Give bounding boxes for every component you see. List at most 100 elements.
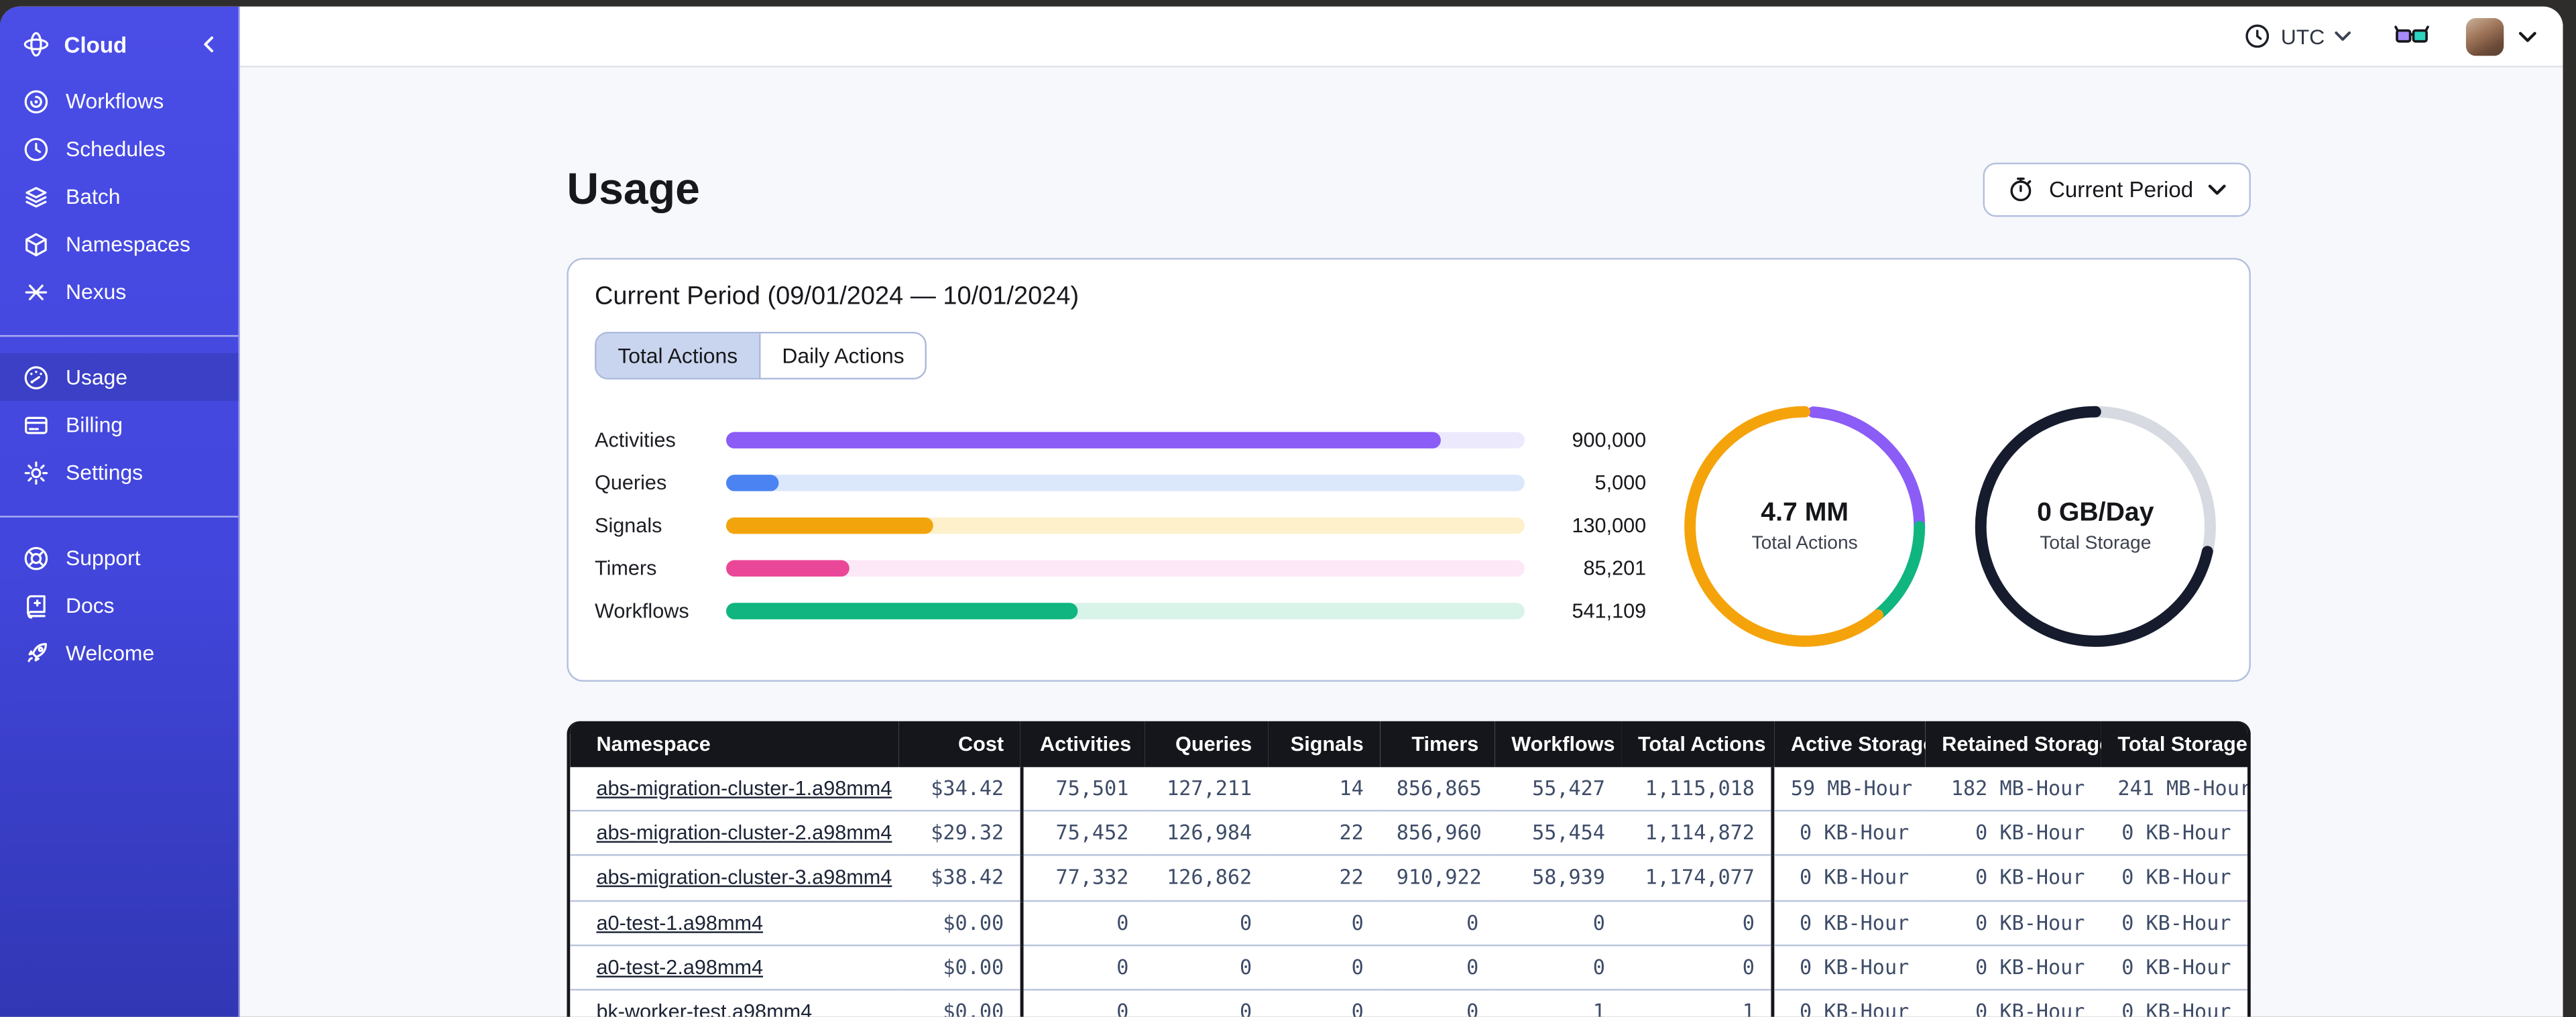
cell-total_storage: 0 KB-Hour [2101, 988, 2248, 1017]
cell-active_storage: 0 KB-Hour [1772, 944, 1926, 990]
cell-active_storage: 0 KB-Hour [1772, 855, 1926, 900]
cell-workflows: 0 [1495, 944, 1622, 990]
column-header-activities: Activities [1022, 721, 1145, 768]
sidebar-item-workflows[interactable]: Workflows [0, 77, 238, 125]
bar-label: Queries [595, 471, 667, 495]
account-menu-button[interactable] [2518, 30, 2536, 42]
cell-total_actions: 0 [1621, 944, 1775, 990]
bar-row: Signals 130,000 [595, 504, 1646, 547]
cell-queries: 0 [1145, 899, 1269, 945]
tab-daily-actions[interactable]: Daily Actions [759, 333, 926, 378]
sidebar-item-settings[interactable]: Settings [0, 448, 238, 496]
bar-value: 900,000 [1572, 428, 1647, 452]
cell-signals: 22 [1268, 810, 1381, 856]
sidebar-item-usage[interactable]: Usage [0, 353, 239, 401]
sidebar-item-label: Support [66, 545, 141, 571]
cell-retained_storage: 0 KB-Hour [1925, 810, 2101, 856]
sidebar-item-support[interactable]: Support [0, 534, 238, 581]
welcome-rocket-icon [27, 642, 47, 662]
namespace-link[interactable]: a0-test-1.a98mm4 [596, 911, 763, 934]
card-title: Current Period (09/01/2024 — 10/01/2024) [595, 282, 1079, 311]
sidebar-brand: Cloud [0, 26, 238, 77]
usage-page: Usage Current Period Current Period (09/… [239, 67, 2563, 1017]
cell-total_actions: 1,174,077 [1621, 855, 1775, 900]
bar-value: 541,109 [1572, 599, 1647, 623]
nexus-icon [25, 284, 48, 300]
cell-total_storage: 0 KB-Hour [2101, 899, 2248, 945]
cell-workflows: 58,939 [1495, 855, 1622, 900]
sidebar: Cloud Workflows Schedules Batch Namespac… [0, 6, 240, 1017]
sidebar-item-label: Settings [66, 460, 143, 485]
bar-track [726, 603, 1525, 619]
docs-book-icon [27, 594, 46, 618]
cell-total_storage: 0 KB-Hour [2101, 855, 2248, 900]
cell-total_storage: 241 MB-Hour [2101, 767, 2248, 811]
namespace-link[interactable]: a0-test-2.a98mm4 [596, 956, 763, 979]
cell-retained_storage: 0 KB-Hour [1925, 944, 2101, 990]
table-row: bk-worker-test.a98mm4 $0.00 0 0 0 0 1 1 0 KB-Hou… [570, 988, 2248, 1017]
sidebar-item-welcome[interactable]: Welcome [0, 629, 238, 676]
cell-workflows: 55,454 [1495, 810, 1622, 856]
sidebar-item-docs[interactable]: Docs [0, 581, 238, 629]
column-header-signals: Signals [1268, 721, 1381, 768]
cell-signals: 0 [1268, 899, 1381, 945]
sidebar-item-label: Billing [66, 412, 123, 437]
feedback-glasses-button[interactable] [2394, 25, 2430, 48]
cell-retained_storage: 182 MB-Hour [1925, 767, 2101, 811]
glasses-icon [2394, 25, 2429, 43]
namespace-link[interactable]: abs-migration-cluster-1.a98mm4 [596, 777, 892, 800]
bar-track [726, 517, 1525, 534]
bar-track [726, 475, 1525, 491]
bar-label: Workflows [595, 599, 689, 623]
donut-charts: 4.7 MM Total Actions 0 GB/Day Total Stor… [1646, 405, 2223, 646]
cell-active_storage: 0 KB-Hour [1772, 988, 1926, 1017]
cell-active_storage: 59 MB-Hour [1772, 767, 1926, 811]
sidebar-item-label: Namespaces [66, 231, 190, 257]
bar-label: Timers [595, 556, 657, 580]
namespace-link[interactable]: abs-migration-cluster-3.a98mm4 [596, 866, 892, 889]
namespace-link[interactable]: abs-migration-cluster-2.a98mm4 [596, 822, 892, 845]
sidebar-item-nexus[interactable]: Nexus [0, 267, 238, 315]
bar-row: Workflows 541,109 [595, 590, 1646, 633]
cell-queries: 126,862 [1145, 855, 1269, 900]
namespace-link[interactable]: bk-worker-test.a98mm4 [596, 1000, 812, 1016]
tab-total-actions[interactable]: Total Actions [596, 333, 760, 378]
sidebar-item-label: Nexus [66, 279, 127, 304]
cell-activities: 0 [1022, 899, 1145, 945]
bar-track [726, 432, 1525, 448]
column-header-queries: Queries [1145, 721, 1269, 768]
batch-icon [25, 186, 47, 207]
billing-icon [25, 416, 48, 434]
table-header-row: Namespace Cost Activities Queries Signals Tim… [570, 721, 2248, 768]
total-actions-donut: 4.7 MM Total Actions [1684, 405, 1926, 646]
cell-timers: 910,922 [1380, 855, 1495, 900]
sidebar-divider [0, 335, 239, 337]
sidebar-item-schedules[interactable]: Schedules [0, 125, 238, 172]
cell-activities: 0 [1022, 944, 1145, 990]
donut-center: 0 GB/Day Total Storage [1975, 405, 2216, 646]
column-header-workflows: Workflows [1495, 721, 1622, 768]
sidebar-collapse-icon[interactable] [198, 34, 218, 54]
chevron-down-icon [2208, 184, 2226, 194]
bar-fill [726, 603, 1077, 619]
column-header-total_storage: Total Storage [2101, 721, 2248, 768]
cell-workflows: 0 [1495, 899, 1622, 945]
donut-label: Total Storage [2040, 533, 2152, 553]
column-header-cost: Cost [898, 721, 1024, 768]
browser-window: Cloud Workflows Schedules Batch Namespac… [0, 6, 2563, 1017]
cell-total_actions: 0 [1621, 899, 1775, 945]
sidebar-item-label: Schedules [66, 136, 166, 162]
sidebar-item-namespaces[interactable]: Namespaces [0, 220, 238, 267]
period-selector-button[interactable]: Current Period [1983, 162, 2251, 217]
cell-namespace: abs-migration-cluster-1.a98mm4 [570, 767, 899, 811]
sidebar-item-billing[interactable]: Billing [0, 401, 238, 448]
timezone-dropdown[interactable]: UTC [2245, 23, 2351, 49]
bar-fill [726, 517, 934, 534]
sidebar-item-batch[interactable]: Batch [0, 172, 238, 220]
cell-active_storage: 0 KB-Hour [1772, 810, 1926, 856]
user-avatar[interactable] [2465, 17, 2504, 56]
stopwatch-icon [2010, 177, 2032, 202]
cell-workflows: 55,427 [1495, 767, 1622, 811]
usage-table: Namespace Cost Activities Queries Signals Tim… [570, 721, 2248, 1017]
chevron-down-icon [2335, 32, 2351, 41]
